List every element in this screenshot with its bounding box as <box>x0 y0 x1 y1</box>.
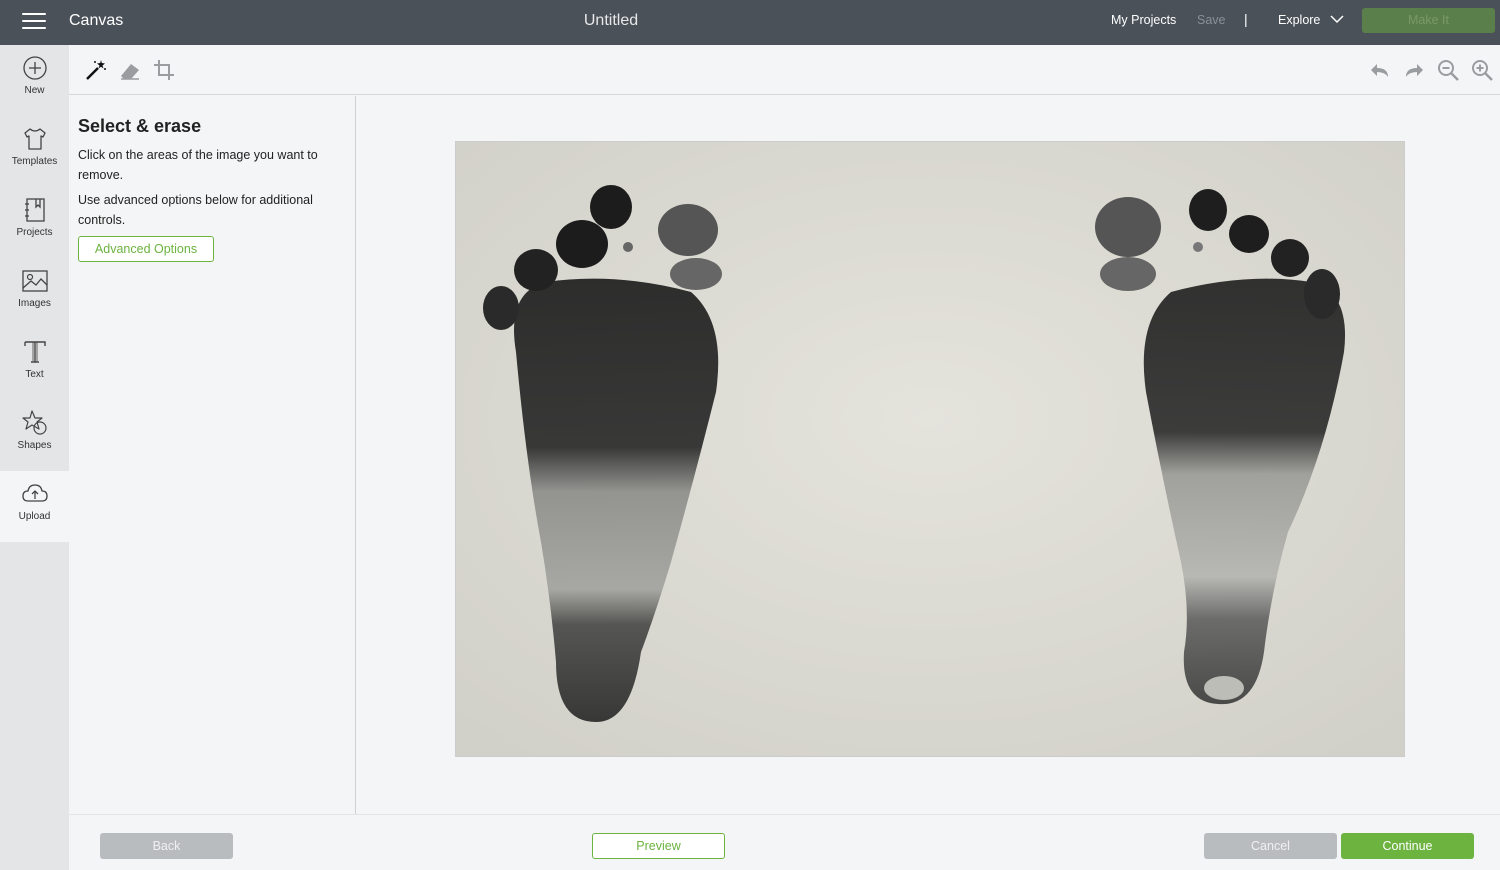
crop-icon[interactable] <box>152 58 176 82</box>
rail-item-label: Shapes <box>17 440 52 451</box>
shapes-icon <box>21 410 47 435</box>
panel-instructions: Click on the areas of the image you want… <box>78 148 318 182</box>
topbar-separator: | <box>1244 11 1248 27</box>
image-icon <box>21 270 48 292</box>
rail-item-label: Templates <box>11 156 58 167</box>
eraser-icon[interactable] <box>118 58 142 82</box>
rail-item-templates[interactable]: Templates <box>0 116 69 187</box>
continue-button[interactable]: Continue <box>1341 833 1474 859</box>
redo-icon[interactable] <box>1402 58 1426 82</box>
rail-item-new[interactable]: New <box>0 45 69 116</box>
rail-item-projects[interactable]: Projects <box>0 187 69 258</box>
make-it-button[interactable]: Make It <box>1362 8 1495 33</box>
document-title: Untitled <box>583 12 639 29</box>
undo-icon[interactable] <box>1368 58 1392 82</box>
footprints-image <box>456 142 1404 756</box>
select-erase-panel: Select & erase Click on the areas of the… <box>69 96 356 814</box>
preview-button[interactable]: Preview <box>592 833 725 859</box>
cloud-upload-icon <box>21 484 48 502</box>
uploaded-image[interactable] <box>455 141 1405 757</box>
rail-item-label: Images <box>18 298 51 309</box>
chevron-down-icon[interactable] <box>1330 14 1344 24</box>
back-button[interactable]: Back <box>100 833 233 859</box>
my-projects-link[interactable]: My Projects <box>1111 13 1176 27</box>
zoom-in-icon[interactable] <box>1470 58 1494 82</box>
tool-row <box>69 45 1500 95</box>
rail-item-label: Projects <box>16 227 53 238</box>
tshirt-icon <box>23 128 46 150</box>
canvas-stage <box>357 96 1500 814</box>
rail-item-shapes[interactable]: Shapes <box>0 400 69 471</box>
advanced-options-button[interactable]: Advanced Options <box>78 236 214 262</box>
top-bar: Canvas Untitled My Projects Save | Explo… <box>0 0 1500 45</box>
panel-title: Select & erase <box>78 116 202 136</box>
explore-menu[interactable]: Explore <box>1278 13 1320 27</box>
magic-wand-icon[interactable] <box>84 58 108 82</box>
rail-item-text[interactable]: Text <box>0 329 69 400</box>
bottom-action-bar: Back Preview Cancel Continue <box>69 814 1500 870</box>
panel-advanced-hint: Use advanced options below for additiona… <box>78 193 313 227</box>
plus-circle-icon <box>22 56 47 80</box>
rail-item-label: Text <box>25 369 44 380</box>
rail-item-images[interactable]: Images <box>0 258 69 329</box>
rail-item-upload[interactable]: Upload <box>0 471 69 542</box>
save-button[interactable]: Save <box>1197 13 1226 27</box>
zoom-out-icon[interactable] <box>1436 58 1460 82</box>
text-icon <box>23 341 46 363</box>
cancel-button[interactable]: Cancel <box>1204 833 1337 859</box>
left-rail: New Templates Projects Images Text Shape… <box>0 45 69 870</box>
rail-item-label: Upload <box>18 511 51 522</box>
rail-item-label: New <box>24 85 45 96</box>
projects-icon <box>24 198 45 222</box>
